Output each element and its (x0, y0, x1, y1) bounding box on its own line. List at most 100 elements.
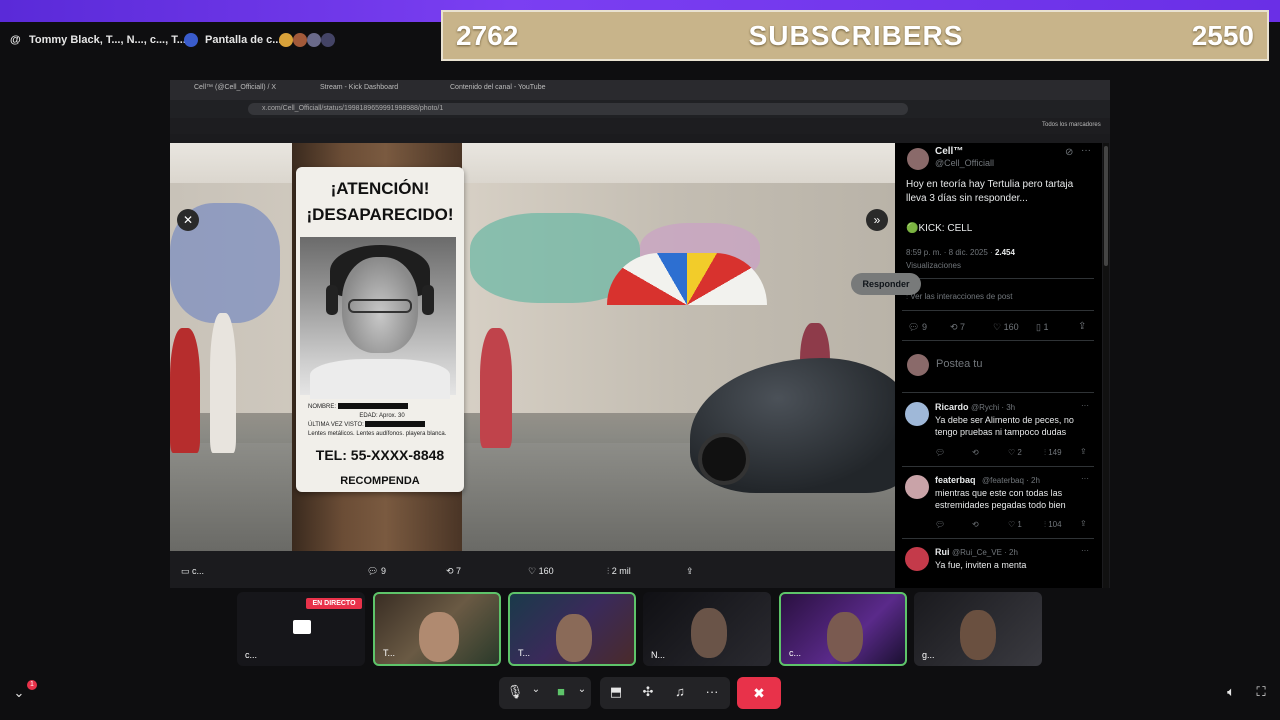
poster-phone: TEL: 55-XXXX-8848 (315, 447, 445, 463)
address-bar[interactable]: x.com/Cell_Officiall/status/199818965999… (248, 103, 908, 115)
views-count[interactable]: ⫶ 104 (1044, 520, 1062, 530)
screen-share-icon (184, 33, 198, 47)
pedestrian (210, 313, 236, 453)
bookmark-count[interactable]: ▯ 1 (1036, 322, 1048, 333)
poster-edad: EDAD: Aprox. 30 (359, 413, 405, 419)
heart-icon: ♡ (1008, 520, 1018, 529)
interactions-link[interactable]: ⫶ Ver las interacciones de post (906, 292, 1013, 302)
tweet-author[interactable]: Cell™ (935, 146, 963, 157)
participant-tile[interactable]: N... (643, 592, 771, 666)
share-icon[interactable]: ⇪ (1080, 447, 1087, 456)
share-icon[interactable]: ⇪ (1080, 519, 1087, 528)
tile-label: g... (922, 650, 935, 660)
participant-tile[interactable]: T... (508, 592, 636, 666)
more-options-icon[interactable]: ··· (703, 684, 721, 699)
participant-video (556, 614, 592, 662)
reply-handle[interactable]: @Rui_Ce_VE · 2h (952, 548, 1018, 557)
pedestrian (170, 328, 200, 453)
video-like-count[interactable]: ♡ 160 (528, 566, 554, 577)
screen-share-label[interactable]: Pantalla de c... (205, 34, 281, 46)
tweet-text: Hoy en teoría hay Tertulia pero tartaja … (906, 179, 1074, 204)
retweet-count[interactable]: ⟲ 7 (950, 322, 965, 333)
collapse-chevron-icon[interactable]: ⌄ (10, 685, 28, 701)
reply-icon[interactable]: 💬︎ (935, 448, 945, 457)
reply-author[interactable]: featerbaq (935, 475, 976, 485)
retweet-icon[interactable]: ⟲ (972, 520, 979, 529)
views-count[interactable]: ⫶ 149 (1044, 448, 1062, 458)
subscriber-counter-overlay: 2762 SUBSCRIBERS 2550 (441, 10, 1269, 61)
close-photo-button[interactable]: ✕ (177, 209, 199, 231)
author-avatar[interactable] (907, 148, 929, 170)
pedestrian (480, 328, 512, 448)
like-count[interactable]: ♡ 2 (1008, 448, 1022, 457)
video-reply-count[interactable]: 💬︎ 9 (367, 566, 386, 577)
compose-reply-input[interactable]: Postea tu (936, 357, 982, 371)
more-options-icon[interactable]: ··· (1081, 546, 1089, 555)
like-count[interactable]: ♡ 160 (993, 322, 1019, 333)
my-avatar (907, 354, 929, 376)
reply-avatar[interactable] (905, 402, 929, 426)
more-options-icon[interactable]: ··· (1081, 145, 1091, 156)
participant-video (691, 608, 727, 658)
browser-tab-x[interactable]: Cell™ (@Cell_Officiall) / X (194, 84, 276, 91)
participant-avatar (307, 33, 321, 47)
browser-tab-kick[interactable]: Stream - Kick Dashboard (320, 84, 398, 91)
camera-options-chevron-icon[interactable]: ⌄ (573, 684, 591, 695)
all-bookmarks-label[interactable]: Todos los marcadores (1042, 122, 1101, 128)
browser-tab-strip (170, 80, 1110, 100)
leave-call-button[interactable]: ✖ (737, 677, 781, 709)
microphone-icon[interactable]: 🎙︎ (506, 684, 524, 700)
participant-tile[interactable]: c... (779, 592, 907, 666)
reply-author[interactable]: Ricardo (935, 402, 969, 412)
reply-handle[interactable]: @Rychi · 3h (971, 403, 1015, 412)
participant-video (960, 610, 996, 660)
volume-icon[interactable]: 🔈︎ (1222, 684, 1240, 700)
reply-avatar[interactable] (905, 475, 929, 499)
poster-photo-shirt (310, 359, 450, 399)
more-options-icon[interactable]: ··· (1081, 401, 1089, 410)
screen-share-icon[interactable]: ⬒ (607, 684, 625, 700)
poster-nombre: NOMBRE: (308, 404, 337, 410)
soundboard-icon[interactable]: ♫ (671, 684, 689, 699)
more-options-icon[interactable]: ··· (1081, 474, 1089, 483)
participant-tile[interactable]: T... (373, 592, 501, 666)
mic-options-chevron-icon[interactable]: ⌄ (527, 684, 545, 695)
tweet-photo: ¡ATENCIÓN! ¡DESAPARECIDO! NOMBRE: EDAD: … (170, 143, 895, 551)
heart-icon: ♡ (528, 566, 539, 576)
participant-tile[interactable]: g... (914, 592, 1042, 666)
camera-icon[interactable]: ■ (552, 684, 570, 699)
participant-avatar (293, 33, 307, 47)
poster-photo (300, 237, 456, 399)
video-retweet-count[interactable]: ⟲ 7 (446, 566, 461, 577)
poster-details: NOMBRE: EDAD: Aprox. 30 ÚLTIMA VEZ VISTO… (308, 403, 456, 439)
tile-label: T... (383, 648, 396, 658)
video-views-count[interactable]: ⫶ 2 mil (607, 566, 631, 577)
stream-chat-label[interactable]: ▭ c... (181, 566, 204, 577)
reply-icon: 💬︎ (367, 566, 381, 576)
grok-icon[interactable]: ⊘ (1065, 147, 1073, 158)
participants-label[interactable]: Tommy Black, T..., N..., c..., T... (29, 34, 186, 46)
reply-avatar[interactable] (905, 547, 929, 571)
expand-panel-button[interactable]: » (866, 209, 888, 231)
activities-icon[interactable]: ✣ (639, 684, 657, 700)
tweet-handle[interactable]: @Cell_Officiall (935, 158, 994, 168)
subscriber-label: SUBSCRIBERS (748, 20, 964, 51)
heart-icon: ♡ (993, 322, 1004, 332)
panel-scrollbar-thumb[interactable] (1104, 146, 1108, 266)
browser-tab-youtube[interactable]: Contenido del canal - YouTube (450, 84, 545, 91)
live-badge: EN DIRECTO (306, 598, 362, 609)
reply-author[interactable]: Rui (935, 547, 950, 557)
car-wheel (698, 433, 750, 485)
retweet-icon[interactable]: ⟲ (972, 448, 979, 457)
fullscreen-icon[interactable]: ⛶ (1252, 684, 1270, 700)
reply-button[interactable]: Responder (851, 273, 921, 295)
video-share-icon[interactable]: ⇪ (686, 566, 694, 577)
reply-count[interactable]: 💬︎ 9 (908, 322, 927, 333)
share-icon[interactable]: ⇪ (1078, 321, 1086, 332)
reply-handle[interactable]: @featerbaq · 2h (982, 476, 1040, 485)
like-count[interactable]: ♡ 1 (1008, 520, 1022, 529)
tile-label: c... (245, 650, 258, 660)
reply-icon[interactable]: 💬︎ (935, 520, 945, 529)
participant-video (827, 612, 863, 662)
poster-headline-1: ¡ATENCIÓN! (330, 179, 430, 198)
